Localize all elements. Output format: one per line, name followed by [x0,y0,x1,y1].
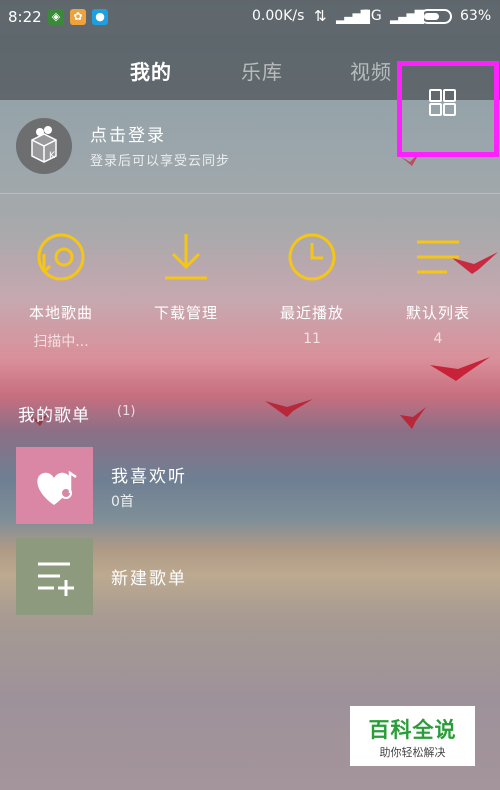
tab-library[interactable]: 乐库 [241,56,283,85]
quick-label: 本地歌曲 [28,304,93,322]
bird-decoration [265,399,313,417]
network-speed: 0.00K/s [252,8,305,24]
playlist-title: 新建歌单 [111,569,187,589]
data-transfer-icon: ⇅ [314,7,327,25]
login-row[interactable]: K 点击登录 登录后可以享受云同步 [0,100,500,180]
quick-sub: 4 [433,331,443,347]
battery-icon [420,9,452,24]
add-list-icon [16,538,93,615]
playlist-count: 0首 [111,494,134,510]
playlist-create[interactable]: 新建歌单 [0,538,500,615]
status-time: 8:22 [8,8,42,26]
network-type: 3G [362,8,382,24]
watermark-title: 百科全说 [368,718,457,742]
playlist-title: 我喜欢听 [111,467,187,487]
bird-decoration [400,407,426,429]
tab-video[interactable]: 视频 [350,56,396,85]
playlists-title: 我的歌单 [18,406,90,426]
watermark-logo: 百科全说 助你轻松解决 [350,706,475,766]
app-notification-icon: ✿ [70,9,86,25]
battery-percent: 63% [460,8,492,24]
download-icon [165,234,207,280]
top-nav: 我的 乐库 视频 [0,34,500,157]
droplet-icon: ● [92,9,108,25]
list-icon [417,240,459,274]
clock-icon [288,233,336,281]
bird-decoration [430,357,490,381]
playlists-count: (1) [117,404,136,419]
default-avatar-icon: K [31,126,57,163]
status-bar: 8:22 ◈ ✿ ● 0.00K/s ⇅ ▂▄▆█ 3G ▂▄▆█ 63% [0,0,500,34]
quick-label: 默认列表 [405,304,470,322]
divider [0,193,500,194]
playlist-favorites[interactable]: 我喜欢听 0首 [0,447,500,524]
login-subtitle: 登录后可以享受云同步 [90,154,231,169]
signal-icon: ▂▄▆█ [390,10,424,24]
quick-sub: 扫描中... [33,334,89,350]
watermark-subtitle: 助你轻松解决 [379,746,446,759]
disc-icon [37,233,85,281]
login-title: 点击登录 [90,126,166,146]
shield-icon: ◈ [48,9,64,25]
quick-sub: 11 [303,331,321,347]
quick-label: 最近播放 [279,304,344,322]
quick-label: 下载管理 [153,304,218,322]
avatar: K [16,118,72,174]
heart-note-icon [16,447,93,524]
tab-mine[interactable]: 我的 [130,56,172,85]
